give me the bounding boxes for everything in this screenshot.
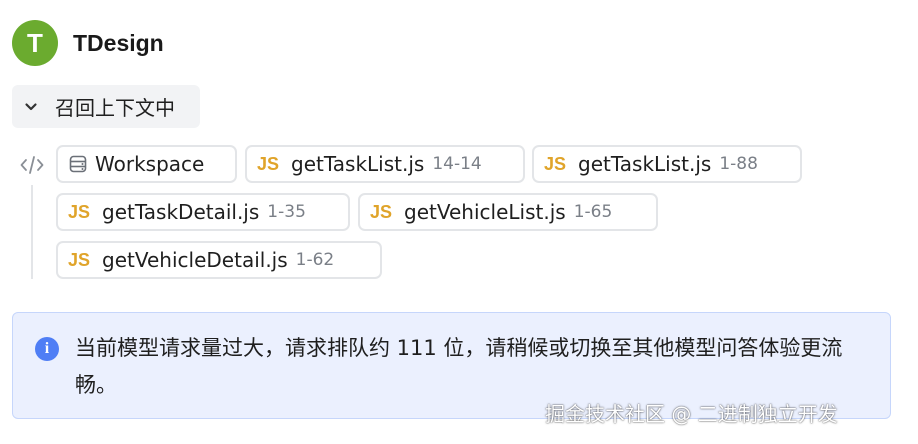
chat-message: T TDesign 召回上下文中 Workspace JS getTaskLis… bbox=[0, 0, 918, 444]
watermark: 掘金技术社区 @ 二进制独立开发 bbox=[545, 402, 838, 426]
js-file-icon: JS bbox=[257, 153, 280, 174]
info-icon: i bbox=[35, 337, 59, 361]
js-file-icon: JS bbox=[68, 249, 91, 270]
chevron-down-icon bbox=[25, 102, 37, 110]
js-file-icon: JS bbox=[370, 201, 393, 222]
file-chip[interactable]: JS getVehicleList.js 1-65 bbox=[358, 193, 658, 231]
line-range: 1-62 bbox=[295, 250, 335, 270]
file-chip[interactable]: JS getVehicleDetail.js 1-62 bbox=[56, 241, 382, 279]
workspace-label: Workspace bbox=[95, 152, 205, 176]
file-chip[interactable]: JS getTaskList.js 1-88 bbox=[532, 145, 802, 183]
line-range: 1-88 bbox=[719, 154, 758, 174]
message-header: T TDesign bbox=[12, 20, 164, 66]
avatar: T bbox=[12, 20, 58, 66]
app-name: TDesign bbox=[73, 29, 164, 56]
file-name: getTaskList.js bbox=[291, 152, 425, 176]
file-name: getTaskList.js bbox=[578, 152, 712, 176]
js-file-icon: JS bbox=[68, 201, 91, 222]
file-chip[interactable]: JS getTaskList.js 14-14 bbox=[245, 145, 525, 183]
js-file-icon: JS bbox=[544, 153, 567, 174]
context-divider bbox=[31, 185, 33, 279]
file-name: getVehicleDetail.js bbox=[102, 248, 288, 272]
context-recall-label: 召回上下文中 bbox=[55, 96, 175, 120]
code-icon bbox=[20, 156, 44, 174]
file-name: getVehicleList.js bbox=[404, 200, 566, 224]
file-chip[interactable]: JS getTaskDetail.js 1-35 bbox=[56, 193, 350, 231]
notice-text: 当前模型请求量过大，请求排队约 111 位，请稍候或切换至其他模型问答体验更流畅… bbox=[75, 336, 843, 397]
workspace-chip[interactable]: Workspace bbox=[56, 145, 237, 183]
line-range: 14-14 bbox=[432, 154, 482, 174]
file-name: getTaskDetail.js bbox=[102, 200, 260, 224]
line-range: 1-35 bbox=[267, 202, 306, 222]
context-recall-toggle[interactable]: 召回上下文中 bbox=[12, 85, 200, 128]
database-icon bbox=[69, 155, 87, 173]
line-range: 1-65 bbox=[573, 202, 613, 222]
